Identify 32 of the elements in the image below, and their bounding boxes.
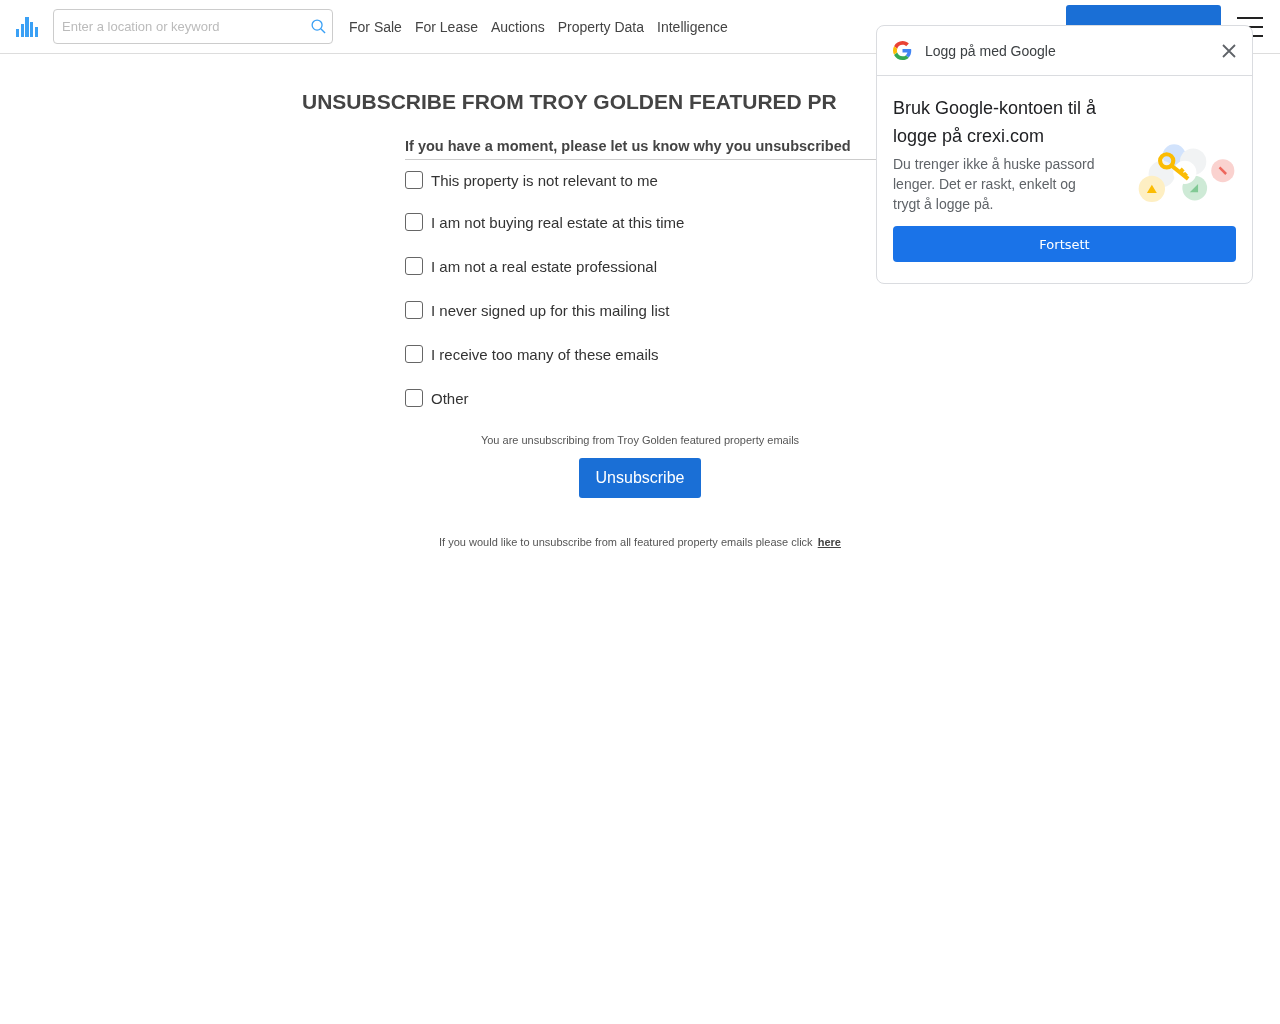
footer-text: If you would like to unsubscribe from all featured property emails please click [439,536,813,548]
checkbox[interactable] [405,389,423,407]
nav-link[interactable]: Property Data [557,18,645,35]
checkbox-label[interactable]: I am not buying real estate at this time [431,213,685,231]
search-field[interactable]: Enter a location or keyword [53,9,333,44]
nav-link[interactable]: For Lease [414,18,478,35]
checkbox[interactable] [405,171,423,189]
unsubscribe-button[interactable]: Unsubscribe [579,458,701,498]
here-link[interactable]: here [817,536,841,548]
checkbox-label[interactable]: I am not a real estate professional [431,257,657,275]
checkbox[interactable] [405,213,423,231]
page-title: UNSUBSCRIBE FROM TROY GOLDEN FEATURED PR [302,90,837,114]
continue-button[interactable]: Fortsett [893,226,1236,262]
nav-link[interactable]: Intelligence [657,18,728,35]
google-icon [893,41,912,60]
checkbox-label[interactable]: I never signed up for this mailing list [431,301,670,319]
checkbox[interactable] [405,257,423,275]
form-prompt: If you have a moment, please let us know why you unsubscribed [405,138,877,160]
popup-heading: Bruk Google-kontoen til å logge på crexi.com [893,97,1098,148]
nav-link[interactable]: For Sale [349,18,402,35]
checkbox-label[interactable]: This property is not relevant to me [431,171,658,189]
unsubscribe-note: You are unsubscribing from Troy Golden featured property emails [479,434,801,446]
logo-icon[interactable] [16,16,38,37]
nav-link[interactable]: Auctions [490,18,545,35]
search-icon[interactable] [311,19,326,34]
popup-description: Du trenger ikke å huske passord lenger. Det er raskt, enkelt og trygt å logge på. [893,155,1096,214]
checkbox-label[interactable]: Other [431,389,469,407]
popup-title: Logg på med Google [925,42,1057,59]
close-icon[interactable] [1222,43,1236,58]
checkbox[interactable] [405,301,423,319]
checkbox-label[interactable]: I receive too many of these emails [431,345,659,363]
checkbox[interactable] [405,345,423,363]
